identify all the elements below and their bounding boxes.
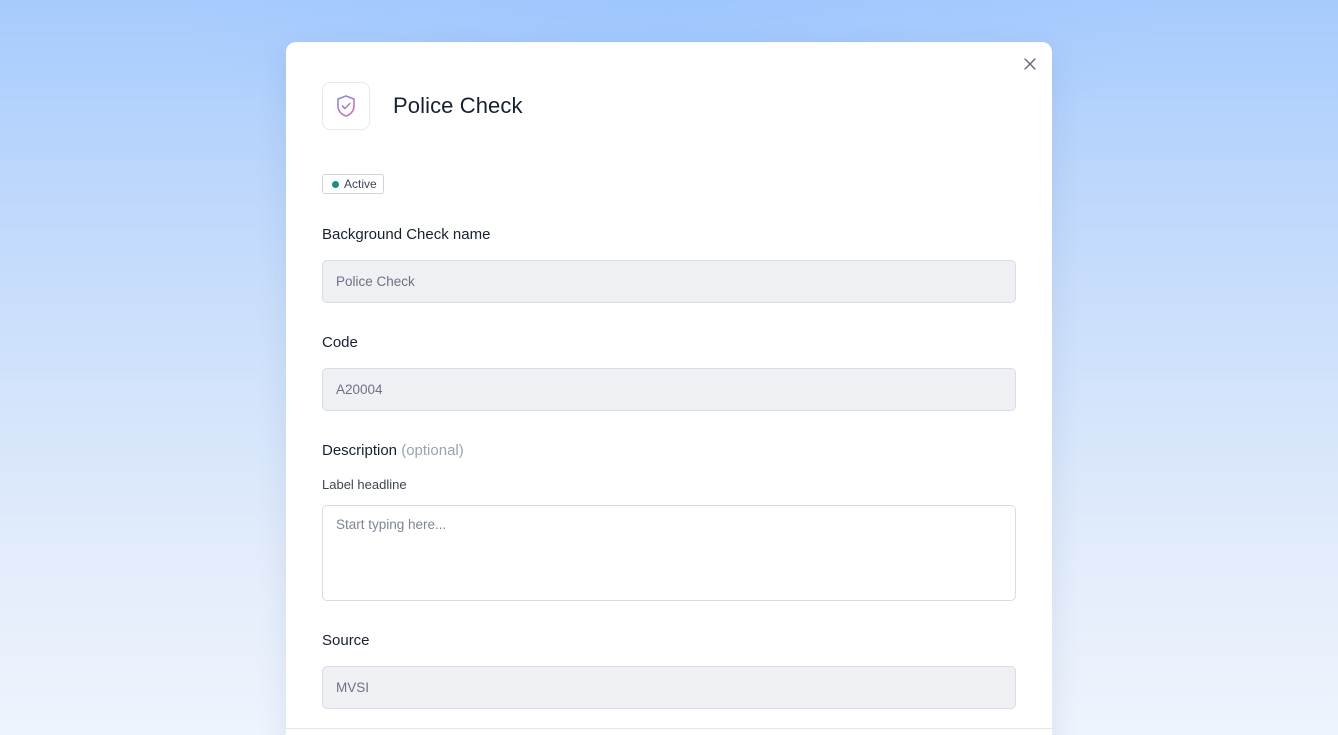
- description-sub-label: Label headline: [322, 477, 407, 492]
- optional-hint: (optional): [401, 442, 464, 459]
- close-icon: [1024, 58, 1036, 70]
- close-button[interactable]: [1020, 54, 1040, 74]
- background-check-modal: Police Check Active Background Check nam…: [286, 42, 1052, 735]
- status-dot: [332, 180, 339, 188]
- header-icon-container: [322, 82, 370, 130]
- source-label: Source: [322, 632, 370, 649]
- name-label: Background Check name: [322, 226, 491, 243]
- page-title: Police Check: [393, 93, 523, 118]
- status-badge: Active: [322, 174, 384, 194]
- description-label: Description (optional): [322, 441, 464, 461]
- description-label-text: Description: [322, 442, 398, 459]
- code-label: Code: [322, 334, 358, 351]
- name-input[interactable]: [322, 260, 1016, 303]
- footer-divider: [286, 728, 1052, 729]
- description-textarea[interactable]: [322, 505, 1016, 601]
- status-label: Active: [344, 177, 377, 191]
- source-input[interactable]: [322, 666, 1016, 709]
- code-input[interactable]: [322, 368, 1016, 411]
- shield-check-icon: [337, 95, 355, 117]
